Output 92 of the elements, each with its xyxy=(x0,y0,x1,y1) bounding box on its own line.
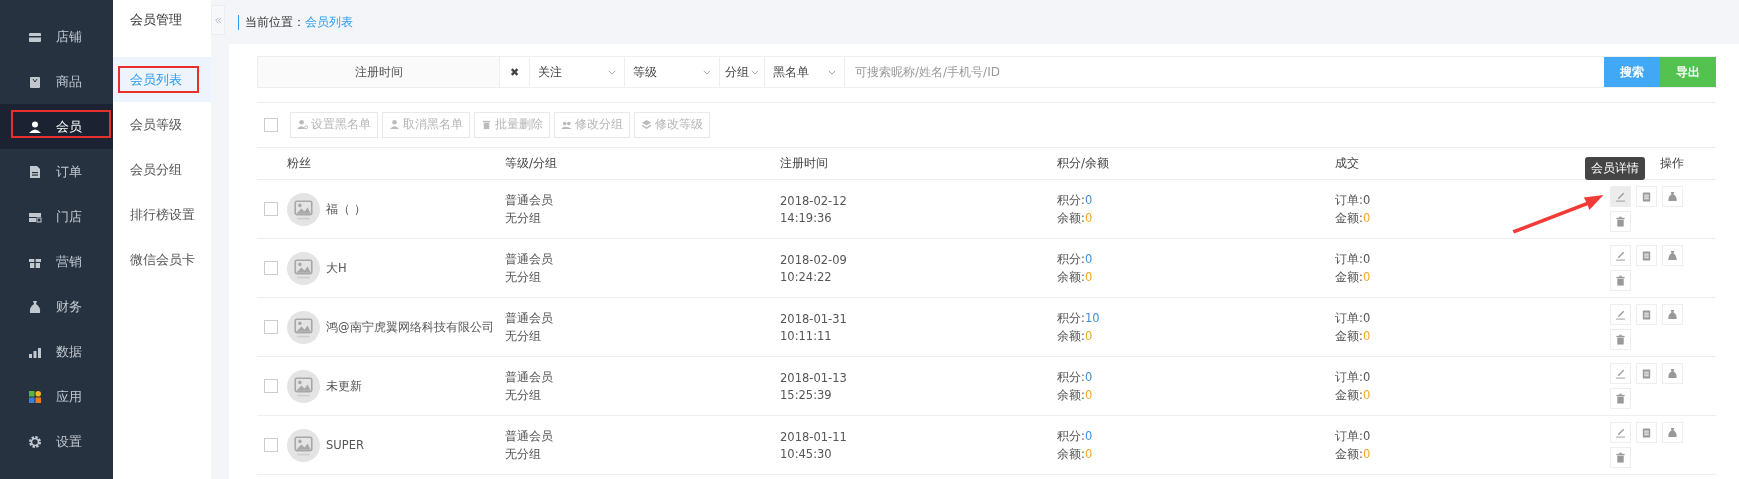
balance-value: 0 xyxy=(1084,387,1093,402)
member-level: 普通会员 xyxy=(505,369,553,385)
balance-value: 0 xyxy=(1084,210,1093,225)
amount-value: 0 xyxy=(1362,210,1371,225)
register-time: 10:11:11 xyxy=(780,328,832,343)
orders-value: 0 xyxy=(1362,192,1371,207)
balance-value: 0 xyxy=(1084,446,1093,461)
subnav-item[interactable]: 排行榜设置 xyxy=(113,192,211,237)
sidebar-item[interactable]: 营销 xyxy=(0,239,113,284)
filter-dropdown[interactable]: 分组 xyxy=(720,57,765,87)
member-name: 大H xyxy=(326,260,347,276)
member-name: SUPER xyxy=(326,438,364,452)
member-group: 无分组 xyxy=(505,446,541,462)
points-value: 0 xyxy=(1084,251,1093,266)
column-header: 成交 xyxy=(1335,155,1359,172)
column-header: 等级/分组 xyxy=(505,155,558,172)
points-value: 10 xyxy=(1084,310,1100,325)
member-name: 未更新 xyxy=(326,378,362,394)
points-label: 积分: xyxy=(1057,310,1085,325)
member-group: 无分组 xyxy=(505,210,541,226)
balance-label: 余额: xyxy=(1057,210,1085,225)
filter-dropdown[interactable]: 关注 xyxy=(530,57,625,87)
points-value: 0 xyxy=(1084,369,1093,384)
sidebar-item[interactable]: 商品 xyxy=(0,59,113,104)
register-date: 2018-01-13 xyxy=(780,370,847,385)
member-level: 普通会员 xyxy=(505,310,553,326)
points-value: 0 xyxy=(1084,428,1093,443)
date-range-field[interactable]: 注册时间 xyxy=(257,57,500,87)
subnav-title: 会员管理 xyxy=(129,11,183,29)
amount-value: 0 xyxy=(1362,387,1371,402)
points-value: 0 xyxy=(1084,192,1093,207)
sidebar-item[interactable]: 设置 xyxy=(0,419,113,464)
member-group: 无分组 xyxy=(505,328,541,344)
member-group: 无分组 xyxy=(505,387,541,403)
member-name: 福（ ） xyxy=(326,201,366,217)
register-time: 14:19:36 xyxy=(780,210,832,225)
subnav-item[interactable]: 会员等级 xyxy=(113,102,211,147)
sidebar-item[interactable]: 数据 xyxy=(0,329,113,374)
column-header: 积分/余额 xyxy=(1057,155,1110,172)
column-header: 操作 xyxy=(1660,155,1684,172)
amount-value: 0 xyxy=(1362,269,1371,284)
amount-label: 金额: xyxy=(1335,446,1363,461)
orders-value: 0 xyxy=(1362,251,1371,266)
orders-value: 0 xyxy=(1362,428,1371,443)
register-date: 2018-02-12 xyxy=(780,193,847,208)
register-time: 15:25:39 xyxy=(780,387,832,402)
orders-label: 订单: xyxy=(1335,251,1363,266)
member-level: 普通会员 xyxy=(505,428,553,444)
member-detail-tooltip: 会员详情 xyxy=(1585,157,1645,180)
member-group: 无分组 xyxy=(505,269,541,285)
register-date: 2018-01-11 xyxy=(780,429,847,444)
points-label: 积分: xyxy=(1057,428,1085,443)
member-name: 鸿@南宁虎翼网络科技有限公司 xyxy=(326,319,494,335)
balance-label: 余额: xyxy=(1057,269,1085,284)
amount-label: 金额: xyxy=(1335,328,1363,343)
points-label: 积分: xyxy=(1057,369,1085,384)
register-time: 10:45:30 xyxy=(780,446,832,461)
orders-label: 订单: xyxy=(1335,369,1363,384)
amount-label: 金额: xyxy=(1335,269,1363,284)
points-label: 积分: xyxy=(1057,192,1085,207)
balance-value: 0 xyxy=(1084,328,1093,343)
orders-label: 订单: xyxy=(1335,310,1363,325)
sidebar-item[interactable]: 应用 xyxy=(0,374,113,419)
amount-label: 金额: xyxy=(1335,387,1363,402)
orders-value: 0 xyxy=(1362,310,1371,325)
points-label: 积分: xyxy=(1057,251,1085,266)
amount-value: 0 xyxy=(1362,328,1371,343)
orders-label: 订单: xyxy=(1335,192,1363,207)
register-date: 2018-01-31 xyxy=(780,311,847,326)
filter-dropdown[interactable]: 等级 xyxy=(625,57,720,87)
balance-label: 余额: xyxy=(1057,387,1085,402)
orders-value: 0 xyxy=(1362,369,1371,384)
balance-value: 0 xyxy=(1084,269,1093,284)
amount-label: 金额: xyxy=(1335,210,1363,225)
column-header: 注册时间 xyxy=(780,155,828,172)
member-level: 普通会员 xyxy=(505,251,553,267)
member-level: 普通会员 xyxy=(505,192,553,208)
column-header: 粉丝 xyxy=(287,155,311,172)
subnav-item[interactable]: 微信会员卡 xyxy=(113,237,211,282)
sidebar-item[interactable]: 会员 xyxy=(0,104,113,149)
breadcrumb-label: 当前位置： xyxy=(238,14,305,30)
sidebar-item[interactable]: 店铺 xyxy=(0,14,113,59)
orders-label: 订单: xyxy=(1335,428,1363,443)
register-date: 2018-02-09 xyxy=(780,252,847,267)
amount-value: 0 xyxy=(1362,446,1371,461)
register-time: 10:24:22 xyxy=(780,269,832,284)
subnav-item[interactable]: 会员分组 xyxy=(113,147,211,192)
sidebar-item[interactable]: 订单 xyxy=(0,149,113,194)
balance-label: 余额: xyxy=(1057,328,1085,343)
sidebar-item[interactable]: 门店 xyxy=(0,194,113,239)
balance-label: 余额: xyxy=(1057,446,1085,461)
sidebar-item[interactable]: 财务 xyxy=(0,284,113,329)
